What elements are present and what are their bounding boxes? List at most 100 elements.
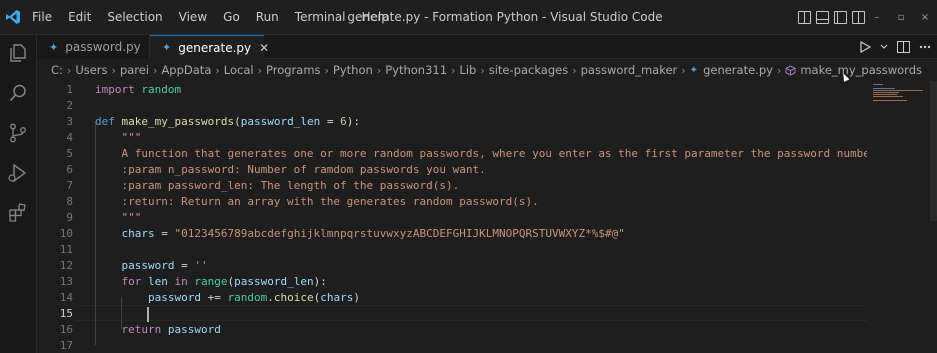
line-number: 15 (59, 307, 73, 320)
code-text: :return: Return an array with the genera… (95, 194, 539, 210)
tab-label: password.py (65, 40, 141, 54)
source-control-icon[interactable] (7, 122, 29, 144)
chevron-right-icon: › (215, 63, 220, 77)
line-number: 3 (66, 115, 73, 128)
maximize-button[interactable]: ▫ (889, 0, 913, 35)
close-window-button[interactable]: × (913, 0, 937, 35)
split-editor-icon[interactable] (897, 41, 910, 53)
more-actions-icon[interactable] (919, 45, 931, 49)
menu-item-go[interactable]: Go (215, 0, 248, 35)
run-python-file-icon[interactable] (860, 41, 871, 53)
code-token: random (141, 83, 182, 96)
code-text: A function that generates one or more ra… (95, 146, 867, 162)
toggle-secondary-sidebar-icon[interactable] (834, 11, 847, 24)
vertical-scrollbar[interactable] (930, 81, 937, 221)
code-line: 15 (37, 306, 867, 322)
menu-item-run[interactable]: Run (248, 0, 287, 35)
code-token: password_len (240, 115, 321, 128)
breadcrumb-item[interactable]: Programs (266, 63, 321, 77)
chevron-right-icon: › (480, 63, 485, 77)
code-token: return (95, 323, 168, 336)
minimap-line (873, 100, 907, 101)
code-line: 8 :return: Return an array with the gene… (37, 194, 867, 210)
code-text: import random (95, 82, 181, 98)
breadcrumb-item[interactable]: Python (333, 63, 373, 77)
code-line: 9 """ (37, 210, 867, 226)
python-file-icon: ✦ (49, 40, 59, 54)
minimize-button[interactable]: – (865, 0, 889, 35)
breadcrumb-item[interactable]: generate.py (703, 63, 773, 77)
line-number: 13 (59, 275, 73, 288)
breadcrumb-item[interactable]: Local (224, 63, 254, 77)
code-line: 11 (37, 242, 867, 258)
code-token: += (200, 291, 228, 304)
code-line: 1 import random (37, 82, 867, 98)
code-token: password (95, 291, 201, 304)
customize-layout-icon[interactable] (852, 11, 865, 24)
toggle-primary-sidebar-icon[interactable] (798, 11, 811, 24)
tab-password-py[interactable]: ✦ password.py (37, 35, 150, 59)
code-token: :return: Return an array with the genera… (95, 195, 539, 208)
breadcrumb-item[interactable]: Python311 (385, 63, 447, 77)
line-number: 12 (59, 259, 73, 272)
breadcrumb-item[interactable]: make_my_passwords (800, 63, 922, 77)
breadcrumb-item[interactable]: parei (120, 63, 149, 77)
python-file-icon: ✦ (162, 41, 172, 54)
breadcrumb-item[interactable]: password_maker (581, 63, 678, 77)
code-token: password_len (234, 275, 314, 288)
code-token: random (227, 291, 268, 304)
code-text: for len in range(password_len): (95, 274, 327, 290)
code-token: ): (313, 275, 327, 288)
toggle-panel-icon[interactable] (816, 11, 829, 24)
minimap-line (873, 90, 923, 91)
line-number: 16 (59, 323, 73, 336)
code-token: :param n_password: Number of ramdom pass… (95, 163, 486, 176)
minimap[interactable] (867, 81, 937, 353)
menu-item-selection[interactable]: Selection (99, 0, 170, 35)
code-token: '' (194, 259, 208, 272)
explorer-icon[interactable] (7, 42, 29, 64)
window-title: generate.py - Formation Python - Visual … (347, 10, 663, 24)
breadcrumb-item[interactable]: C: (51, 63, 63, 77)
search-icon[interactable] (7, 82, 29, 104)
code-line: 17 (37, 338, 867, 353)
menu-item-edit[interactable]: Edit (60, 0, 99, 35)
menu-item-view[interactable]: View (171, 0, 215, 35)
breadcrumb-item[interactable]: Users (75, 63, 107, 77)
editor-tabs: ✦ password.py ✦ generate.py ✕ (37, 35, 937, 59)
code-token: password (167, 323, 221, 336)
code-token: range (194, 275, 228, 288)
chevron-right-icon: › (681, 63, 686, 77)
line-number: 2 (66, 99, 73, 112)
code-line: 6 :param n_password: Number of ramdom pa… (37, 162, 867, 178)
close-icon[interactable]: ✕ (259, 41, 269, 55)
menu-item-file[interactable]: File (24, 0, 60, 35)
chevron-right-icon: › (66, 63, 72, 77)
chevron-right-icon: › (451, 63, 456, 77)
breadcrumb-item[interactable]: Lib (459, 63, 476, 77)
code-text: password = '' (95, 258, 208, 274)
code-line: 12 password = '' (37, 258, 867, 274)
tab-generate-py[interactable]: ✦ generate.py ✕ (150, 35, 269, 59)
run-debug-icon[interactable] (7, 162, 29, 184)
chevron-right-icon: › (776, 63, 782, 77)
code-token: import (95, 83, 142, 96)
code-text: """ (95, 210, 141, 226)
line-number: 14 (59, 291, 73, 304)
code-token: "0123456789abcdefghijklmnpqrstuvwxyzABCD… (174, 227, 625, 240)
extensions-icon[interactable] (7, 202, 29, 224)
code-editor[interactable]: 1 import random 2 3 def make_my_passwords(pa… (37, 81, 867, 353)
breadcrumb-item[interactable]: AppData (161, 63, 211, 77)
breadcrumb-item[interactable]: site-packages (489, 63, 568, 77)
code-line: 3 def make_my_passwords(password_len = 6)… (37, 114, 867, 130)
code-text: password += random.choice(chars) (95, 290, 360, 306)
code-text: return password (95, 322, 221, 338)
code-token: for (95, 275, 148, 288)
code-text: :param password_len: The length of the p… (95, 178, 459, 194)
chevron-right-icon: › (153, 63, 158, 77)
code-text: """ (95, 130, 141, 146)
line-number: 17 (59, 339, 73, 352)
chevron-right-icon: › (376, 63, 382, 77)
chevron-down-icon[interactable] (880, 44, 888, 50)
line-number: 9 (66, 211, 73, 224)
